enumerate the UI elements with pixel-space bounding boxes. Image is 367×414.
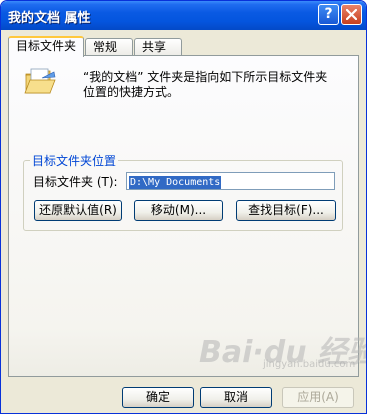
close-button[interactable] — [341, 4, 362, 25]
move-button[interactable]: 移动(M)... — [134, 200, 223, 221]
apply-button[interactable]: 应用(A) — [282, 387, 354, 408]
target-folder-input[interactable]: D:\My Documents — [126, 172, 335, 190]
restore-default-button[interactable]: 还原默认值(R) — [34, 200, 122, 221]
group-title: 目标文件夹位置 — [30, 152, 119, 169]
window-title: 我的文档 属性 — [8, 11, 91, 26]
tab-sharing[interactable]: 共享 — [134, 38, 182, 56]
folder-icon — [24, 68, 56, 94]
watermark-url: jingyan.baidu.com — [263, 359, 356, 370]
find-target-button[interactable]: 查找目标(F)... — [236, 200, 336, 221]
target-location-group: 目标文件夹位置 目标文件夹 (T): D:\My Documents 还原默认值… — [23, 152, 343, 231]
properties-dialog: 我的文档 属性 ? 目标文件夹 常规 共享 “我的文档” 文件夹是指向如下所示目… — [0, 0, 367, 414]
tab-general[interactable]: 常规 — [85, 38, 133, 56]
target-folder-value: D:\My Documents — [129, 176, 222, 189]
cancel-button[interactable]: 取消 — [200, 387, 272, 408]
ok-button[interactable]: 确定 — [122, 387, 194, 408]
target-field-label: 目标文件夹 (T): — [33, 175, 118, 189]
help-icon: ? — [324, 6, 333, 22]
tab-target-folder[interactable]: 目标文件夹 — [8, 36, 84, 57]
help-button[interactable]: ? — [318, 4, 339, 25]
title-bar[interactable]: 我的文档 属性 ? — [1, 1, 366, 30]
description-text: “我的文档” 文件夹是指向如下所示目标文件夹位置的快捷方式。 — [83, 70, 328, 99]
close-icon — [346, 9, 357, 20]
